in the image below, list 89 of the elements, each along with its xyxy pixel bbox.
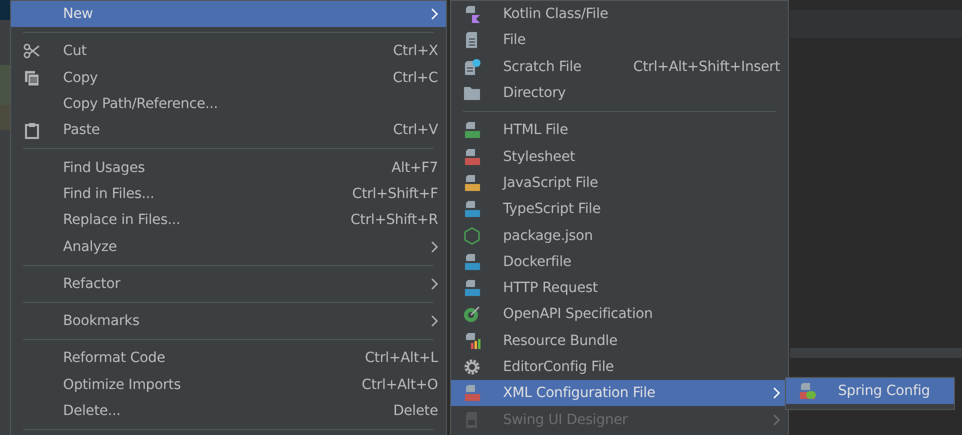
menu-item-label: TypeScript File <box>503 201 601 218</box>
menu-item-label: Delete... <box>63 403 121 419</box>
menu-item[interactable]: Find Usages Alt+F7 <box>11 154 446 181</box>
menu-item-label: XML Configuration File <box>503 385 656 402</box>
panel-header <box>0 0 10 20</box>
menu-item-label: Find Usages <box>63 160 145 176</box>
menu-item[interactable]: JavaScript File <box>451 170 788 196</box>
openapi-icon <box>463 305 481 324</box>
shortcut-text: Ctrl+Alt+L <box>364 350 438 366</box>
menu-item[interactable]: Replace in Files... Ctrl+Shift+R <box>11 207 446 234</box>
menu-item[interactable]: XML Configuration File <box>451 380 788 406</box>
menu-item[interactable]: Copy Ctrl+C <box>11 64 446 91</box>
menu-item[interactable]: Stylesheet <box>451 143 788 170</box>
shortcut-text: Ctrl+X <box>392 43 438 60</box>
menu-item-label: Reformat Code <box>63 350 166 366</box>
menu-item-label: package.json <box>503 228 593 244</box>
shortcut-text: Ctrl+C <box>392 70 438 86</box>
copy-icon <box>23 68 41 87</box>
shortcut-text: Delete <box>393 403 438 419</box>
shortcut-text: Ctrl+Shift+F <box>352 186 438 202</box>
menu-item-label: Stylesheet <box>503 148 576 165</box>
menu-item-label: HTML File <box>503 122 568 138</box>
shortcut-text: Ctrl+Alt+O <box>362 376 438 393</box>
menu-item[interactable]: Kotlin Class/File <box>451 1 788 28</box>
scissors-icon <box>23 42 41 60</box>
menu-item[interactable]: File <box>451 27 788 54</box>
shortcut-text: Ctrl+V <box>392 122 438 138</box>
menu-item[interactable]: Refactor <box>11 270 446 297</box>
menu-item-label: Spring Config <box>838 383 930 400</box>
menu-item-label: Copy Path/Reference... <box>63 96 218 112</box>
menu-item-label: HTTP Request <box>503 280 598 296</box>
menu-item[interactable]: OpenAPI Specification <box>451 301 788 328</box>
menu-item[interactable]: EditorConfig File <box>451 354 788 380</box>
menu-item-label: File <box>503 32 526 48</box>
menu-item-label: Scratch File <box>503 58 582 75</box>
xml-file-icon <box>463 384 481 402</box>
menu-item[interactable]: Resource Bundle <box>451 328 788 354</box>
menu-item-label: Paste <box>63 122 100 138</box>
folder-icon <box>463 84 481 102</box>
shortcut-text: Alt+F7 <box>392 160 438 176</box>
menu-item-label: Find in Files... <box>63 186 154 202</box>
menu-item-label: Replace in Files... <box>63 212 180 228</box>
menu-item[interactable]: Analyze <box>11 233 446 260</box>
menu-item-label: Resource Bundle <box>503 332 618 349</box>
menu-item-label: Cut <box>63 43 87 60</box>
menu-item-label: Directory <box>503 85 566 102</box>
resource-bundle-icon <box>463 332 481 350</box>
shortcut-text: Ctrl+Alt+Shift+Insert <box>633 58 780 75</box>
menu-item[interactable]: TypeScript File <box>451 196 788 222</box>
menu-item-label: New <box>63 6 93 22</box>
menu-item-label: EditorConfig File <box>503 359 614 375</box>
menu-item-label: Copy <box>63 70 98 86</box>
menu-item[interactable]: Reformat Code Ctrl+Alt+L <box>11 345 446 372</box>
html-file-icon <box>463 121 481 140</box>
menu-item[interactable]: Delete... Delete <box>11 398 446 424</box>
menu-item[interactable]: Dockerfile <box>451 248 788 275</box>
menu-item[interactable]: Paste Ctrl+V <box>11 117 446 144</box>
menu-item[interactable]: Spring Config <box>786 378 954 404</box>
menu-item[interactable]: Find in Files... Ctrl+Shift+F <box>11 180 446 208</box>
menu-item[interactable]: New <box>11 1 446 28</box>
menu-item[interactable]: HTML File <box>451 117 788 144</box>
clipboard-icon <box>23 121 41 140</box>
kotlin-file-icon <box>463 5 481 24</box>
menu-item[interactable]: Copy Path/Reference... <box>11 90 446 118</box>
menu-item-label: Kotlin Class/File <box>503 6 608 22</box>
typescript-file-icon <box>463 200 481 218</box>
menu-item-label: OpenAPI Specification <box>503 306 653 322</box>
menu-item[interactable]: Directory <box>451 80 788 106</box>
javascript-file-icon <box>463 174 481 192</box>
css-file-icon <box>463 148 481 166</box>
menu-item-label: Dockerfile <box>503 254 572 270</box>
menu-item[interactable]: Bookmarks <box>11 308 446 334</box>
menu-item[interactable]: HTTP Request <box>451 274 788 302</box>
gear-icon <box>463 358 481 376</box>
menu-item-label: Refactor <box>63 276 120 292</box>
docker-file-icon <box>463 252 481 271</box>
spring-xml-file-icon <box>798 382 816 400</box>
scratch-file-icon <box>463 58 481 76</box>
menu-item-label: Analyze <box>63 238 117 255</box>
menu-item-label: Optimize Imports <box>63 376 181 393</box>
menu-item[interactable]: Optimize Imports Ctrl+Alt+O <box>11 372 446 398</box>
menu-item-label: JavaScript File <box>503 174 598 191</box>
menu-item[interactable]: Scratch File Ctrl+Alt+Shift+Insert <box>451 54 788 80</box>
menu-item[interactable]: package.json <box>451 222 788 249</box>
shortcut-text: Ctrl+Shift+R <box>350 212 438 228</box>
nodejs-icon <box>463 226 481 245</box>
menu-item[interactable]: Cut Ctrl+X <box>11 38 446 65</box>
menu-item-label: Bookmarks <box>63 313 140 330</box>
api-file-icon <box>463 279 481 298</box>
